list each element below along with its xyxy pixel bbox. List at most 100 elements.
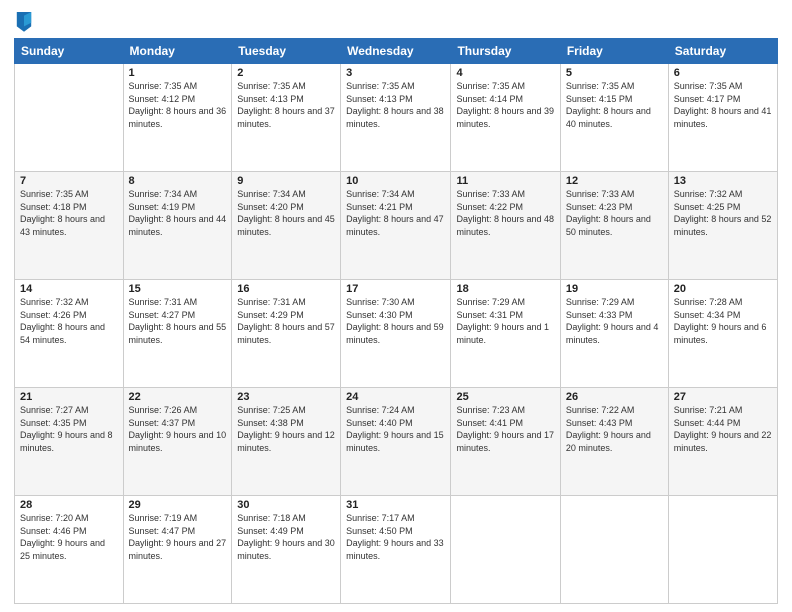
day-info: Sunrise: 7:26 AMSunset: 4:37 PMDaylight:…: [129, 404, 227, 454]
calendar-cell: 9Sunrise: 7:34 AMSunset: 4:20 PMDaylight…: [232, 172, 341, 280]
week-row-3: 21Sunrise: 7:27 AMSunset: 4:35 PMDayligh…: [15, 388, 778, 496]
day-number: 18: [456, 283, 554, 295]
week-row-0: 1Sunrise: 7:35 AMSunset: 4:12 PMDaylight…: [15, 64, 778, 172]
day-number: 9: [237, 175, 335, 187]
week-row-1: 7Sunrise: 7:35 AMSunset: 4:18 PMDaylight…: [15, 172, 778, 280]
day-info: Sunrise: 7:29 AMSunset: 4:31 PMDaylight:…: [456, 296, 554, 346]
calendar-cell: 13Sunrise: 7:32 AMSunset: 4:25 PMDayligh…: [668, 172, 777, 280]
day-info: Sunrise: 7:19 AMSunset: 4:47 PMDaylight:…: [129, 512, 227, 562]
calendar-cell: 8Sunrise: 7:34 AMSunset: 4:19 PMDaylight…: [123, 172, 232, 280]
day-info: Sunrise: 7:21 AMSunset: 4:44 PMDaylight:…: [674, 404, 772, 454]
week-row-2: 14Sunrise: 7:32 AMSunset: 4:26 PMDayligh…: [15, 280, 778, 388]
day-info: Sunrise: 7:32 AMSunset: 4:26 PMDaylight:…: [20, 296, 118, 346]
col-saturday: Saturday: [668, 39, 777, 64]
calendar-cell: 27Sunrise: 7:21 AMSunset: 4:44 PMDayligh…: [668, 388, 777, 496]
logo: [14, 10, 33, 32]
day-number: 13: [674, 175, 772, 187]
calendar-cell: 18Sunrise: 7:29 AMSunset: 4:31 PMDayligh…: [451, 280, 560, 388]
day-number: 19: [566, 283, 663, 295]
day-info: Sunrise: 7:34 AMSunset: 4:19 PMDaylight:…: [129, 188, 227, 238]
day-info: Sunrise: 7:35 AMSunset: 4:13 PMDaylight:…: [346, 80, 445, 130]
calendar-cell: 10Sunrise: 7:34 AMSunset: 4:21 PMDayligh…: [341, 172, 451, 280]
day-number: 26: [566, 391, 663, 403]
day-number: 22: [129, 391, 227, 403]
day-number: 6: [674, 67, 772, 79]
calendar-cell: 6Sunrise: 7:35 AMSunset: 4:17 PMDaylight…: [668, 64, 777, 172]
day-number: 10: [346, 175, 445, 187]
day-info: Sunrise: 7:25 AMSunset: 4:38 PMDaylight:…: [237, 404, 335, 454]
logo-icon: [15, 10, 33, 32]
day-info: Sunrise: 7:32 AMSunset: 4:25 PMDaylight:…: [674, 188, 772, 238]
calendar-cell: 12Sunrise: 7:33 AMSunset: 4:23 PMDayligh…: [560, 172, 668, 280]
col-sunday: Sunday: [15, 39, 124, 64]
day-number: 5: [566, 67, 663, 79]
col-thursday: Thursday: [451, 39, 560, 64]
calendar-cell: 24Sunrise: 7:24 AMSunset: 4:40 PMDayligh…: [341, 388, 451, 496]
day-number: 7: [20, 175, 118, 187]
calendar-cell: 23Sunrise: 7:25 AMSunset: 4:38 PMDayligh…: [232, 388, 341, 496]
calendar-cell: 15Sunrise: 7:31 AMSunset: 4:27 PMDayligh…: [123, 280, 232, 388]
calendar-cell: 25Sunrise: 7:23 AMSunset: 4:41 PMDayligh…: [451, 388, 560, 496]
calendar-cell: [668, 496, 777, 604]
day-number: 3: [346, 67, 445, 79]
day-number: 21: [20, 391, 118, 403]
page: Sunday Monday Tuesday Wednesday Thursday…: [0, 0, 792, 612]
calendar-cell: [560, 496, 668, 604]
day-info: Sunrise: 7:28 AMSunset: 4:34 PMDaylight:…: [674, 296, 772, 346]
calendar-cell: 21Sunrise: 7:27 AMSunset: 4:35 PMDayligh…: [15, 388, 124, 496]
day-number: 20: [674, 283, 772, 295]
day-info: Sunrise: 7:27 AMSunset: 4:35 PMDaylight:…: [20, 404, 118, 454]
col-wednesday: Wednesday: [341, 39, 451, 64]
day-number: 27: [674, 391, 772, 403]
header: [14, 10, 778, 32]
calendar-cell: 5Sunrise: 7:35 AMSunset: 4:15 PMDaylight…: [560, 64, 668, 172]
day-number: 15: [129, 283, 227, 295]
day-number: 4: [456, 67, 554, 79]
calendar-cell: 22Sunrise: 7:26 AMSunset: 4:37 PMDayligh…: [123, 388, 232, 496]
day-info: Sunrise: 7:24 AMSunset: 4:40 PMDaylight:…: [346, 404, 445, 454]
calendar-cell: [451, 496, 560, 604]
day-info: Sunrise: 7:29 AMSunset: 4:33 PMDaylight:…: [566, 296, 663, 346]
day-info: Sunrise: 7:18 AMSunset: 4:49 PMDaylight:…: [237, 512, 335, 562]
day-number: 25: [456, 391, 554, 403]
col-tuesday: Tuesday: [232, 39, 341, 64]
day-info: Sunrise: 7:35 AMSunset: 4:12 PMDaylight:…: [129, 80, 227, 130]
calendar-cell: 19Sunrise: 7:29 AMSunset: 4:33 PMDayligh…: [560, 280, 668, 388]
day-number: 2: [237, 67, 335, 79]
calendar-cell: 2Sunrise: 7:35 AMSunset: 4:13 PMDaylight…: [232, 64, 341, 172]
day-number: 1: [129, 67, 227, 79]
day-info: Sunrise: 7:33 AMSunset: 4:23 PMDaylight:…: [566, 188, 663, 238]
day-info: Sunrise: 7:34 AMSunset: 4:21 PMDaylight:…: [346, 188, 445, 238]
week-row-4: 28Sunrise: 7:20 AMSunset: 4:46 PMDayligh…: [15, 496, 778, 604]
day-number: 29: [129, 499, 227, 511]
calendar-cell: 11Sunrise: 7:33 AMSunset: 4:22 PMDayligh…: [451, 172, 560, 280]
calendar-cell: [15, 64, 124, 172]
day-info: Sunrise: 7:34 AMSunset: 4:20 PMDaylight:…: [237, 188, 335, 238]
calendar-cell: 31Sunrise: 7:17 AMSunset: 4:50 PMDayligh…: [341, 496, 451, 604]
calendar-cell: 4Sunrise: 7:35 AMSunset: 4:14 PMDaylight…: [451, 64, 560, 172]
day-info: Sunrise: 7:31 AMSunset: 4:29 PMDaylight:…: [237, 296, 335, 346]
day-number: 17: [346, 283, 445, 295]
col-friday: Friday: [560, 39, 668, 64]
day-number: 11: [456, 175, 554, 187]
calendar-cell: 1Sunrise: 7:35 AMSunset: 4:12 PMDaylight…: [123, 64, 232, 172]
header-row: Sunday Monday Tuesday Wednesday Thursday…: [15, 39, 778, 64]
calendar-cell: 20Sunrise: 7:28 AMSunset: 4:34 PMDayligh…: [668, 280, 777, 388]
day-number: 23: [237, 391, 335, 403]
day-info: Sunrise: 7:30 AMSunset: 4:30 PMDaylight:…: [346, 296, 445, 346]
day-number: 30: [237, 499, 335, 511]
day-info: Sunrise: 7:35 AMSunset: 4:14 PMDaylight:…: [456, 80, 554, 130]
day-info: Sunrise: 7:35 AMSunset: 4:17 PMDaylight:…: [674, 80, 772, 130]
calendar-cell: 28Sunrise: 7:20 AMSunset: 4:46 PMDayligh…: [15, 496, 124, 604]
day-number: 14: [20, 283, 118, 295]
day-number: 12: [566, 175, 663, 187]
col-monday: Monday: [123, 39, 232, 64]
day-info: Sunrise: 7:23 AMSunset: 4:41 PMDaylight:…: [456, 404, 554, 454]
day-info: Sunrise: 7:20 AMSunset: 4:46 PMDaylight:…: [20, 512, 118, 562]
day-info: Sunrise: 7:22 AMSunset: 4:43 PMDaylight:…: [566, 404, 663, 454]
day-number: 8: [129, 175, 227, 187]
day-number: 24: [346, 391, 445, 403]
day-info: Sunrise: 7:35 AMSunset: 4:18 PMDaylight:…: [20, 188, 118, 238]
day-info: Sunrise: 7:35 AMSunset: 4:15 PMDaylight:…: [566, 80, 663, 130]
calendar-cell: 3Sunrise: 7:35 AMSunset: 4:13 PMDaylight…: [341, 64, 451, 172]
